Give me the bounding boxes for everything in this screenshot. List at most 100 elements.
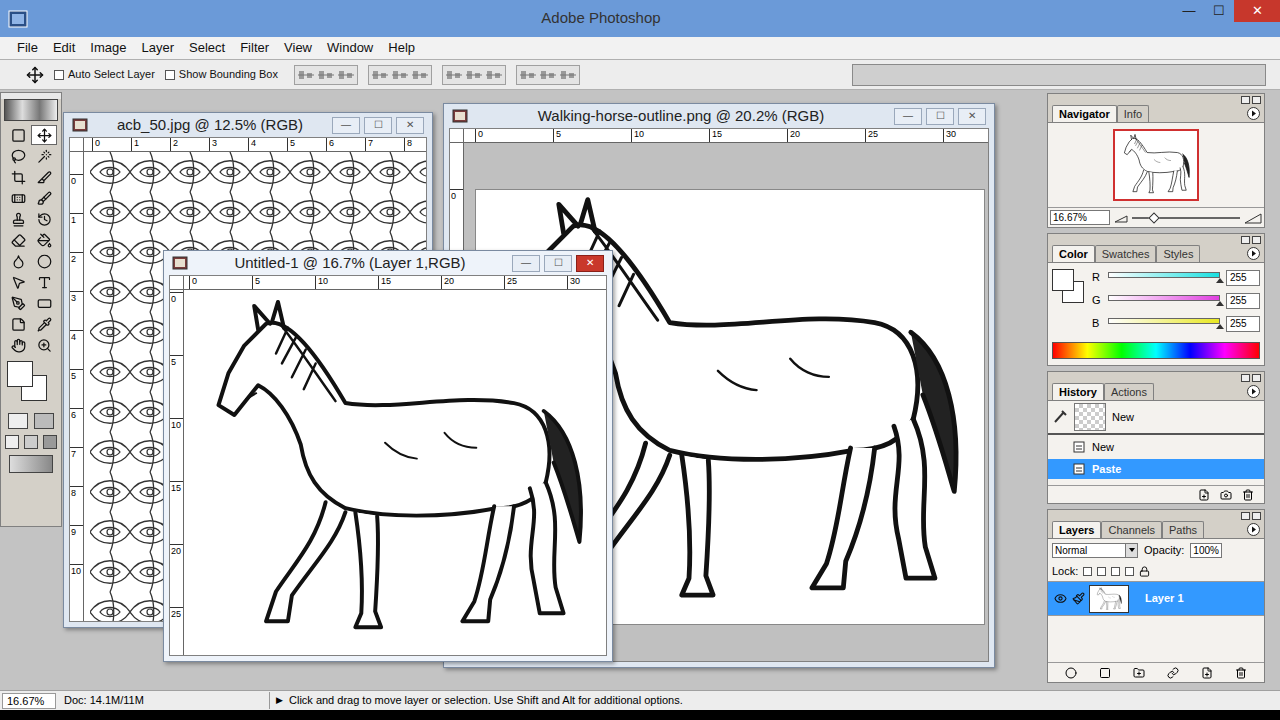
channel-slider[interactable] [1108, 318, 1220, 329]
tool-button[interactable] [31, 209, 57, 229]
palette-tab[interactable]: Channels [1101, 521, 1161, 538]
align-icon[interactable] [445, 68, 463, 82]
tool-button[interactable] [31, 146, 57, 166]
foreground-color-swatch[interactable] [7, 361, 33, 387]
tool-button[interactable] [5, 125, 31, 145]
palette-close-button[interactable] [1252, 236, 1261, 244]
align-icon[interactable] [391, 68, 409, 82]
jump-to-imageready-button[interactable] [9, 455, 53, 473]
status-zoom[interactable]: 16.67% [2, 693, 56, 709]
window-control-button[interactable]: — [894, 108, 922, 125]
channel-value-field[interactable]: 255 [1226, 270, 1260, 286]
canvas[interactable] [184, 290, 606, 655]
layer-visibility-icon[interactable] [1054, 592, 1067, 605]
palette-close-button[interactable] [1252, 512, 1261, 520]
lock-checkbox[interactable] [1111, 567, 1120, 576]
window-control-button[interactable]: ☐ [364, 117, 392, 134]
tool-button[interactable] [31, 293, 57, 313]
align-icon[interactable] [297, 68, 315, 82]
channel-value-field[interactable]: 255 [1226, 316, 1260, 332]
align-icon[interactable] [519, 68, 537, 82]
tool-button[interactable] [31, 188, 57, 208]
palette-menu-icon[interactable] [1247, 523, 1260, 536]
window-control-button[interactable]: ✕ [396, 117, 424, 134]
tool-button[interactable] [31, 251, 57, 271]
palette-close-button[interactable] [1252, 374, 1261, 382]
screen-mode-button[interactable] [24, 435, 38, 449]
palette-menu-icon[interactable] [1247, 107, 1260, 120]
tool-button[interactable] [5, 230, 31, 250]
delete-layer-icon[interactable] [1235, 667, 1247, 679]
option-checkbox[interactable]: Auto Select Layer [54, 66, 155, 83]
palette-minimize-button[interactable] [1241, 512, 1250, 520]
align-icon[interactable] [485, 68, 503, 82]
tool-button[interactable] [31, 167, 57, 187]
palette-menu-icon[interactable] [1247, 247, 1260, 260]
align-icon[interactable] [371, 68, 389, 82]
palette-well[interactable] [852, 64, 1266, 86]
align-icon[interactable] [559, 68, 577, 82]
navigator-zoom-field[interactable]: 16.67% [1050, 210, 1110, 225]
foreground-color-swatch[interactable] [1052, 269, 1074, 291]
align-icon[interactable] [317, 68, 335, 82]
tool-button[interactable] [5, 167, 31, 187]
palette-tab[interactable]: Info [1117, 105, 1149, 122]
history-brush-icon[interactable] [1052, 409, 1068, 425]
status-menu-arrow[interactable]: ▶ [274, 694, 285, 708]
move-tool-icon[interactable] [26, 66, 44, 84]
window-control-button[interactable]: — [332, 117, 360, 134]
palette-tab[interactable]: History [1052, 383, 1104, 400]
align-icon[interactable] [539, 68, 557, 82]
palette-minimize-button[interactable] [1241, 374, 1250, 382]
menu-item[interactable]: Filter [233, 38, 276, 58]
palette-tab[interactable]: Layers [1052, 521, 1101, 538]
palette-tab[interactable]: Navigator [1052, 105, 1117, 122]
new-set-icon[interactable] [1133, 667, 1145, 679]
layer-mask-icon[interactable] [1099, 667, 1111, 679]
palette-menu-icon[interactable] [1247, 385, 1260, 398]
document-window[interactable]: Untitled-1 @ 16.7% (Layer 1,RGB)—☐✕05101… [163, 250, 613, 662]
window-control-button[interactable]: ☐ [926, 108, 954, 125]
palette-tab[interactable]: Color [1052, 245, 1095, 262]
window-control-button[interactable]: ✕ [958, 108, 986, 125]
menu-item[interactable]: Window [320, 38, 380, 58]
screen-mode-button[interactable] [5, 435, 19, 449]
tool-button[interactable] [5, 293, 31, 313]
layer-style-icon[interactable] [1065, 667, 1077, 679]
new-document-icon[interactable] [1198, 489, 1210, 501]
standard-mode-button[interactable] [8, 413, 28, 429]
menu-item[interactable]: Select [182, 38, 232, 58]
tool-button[interactable] [5, 188, 31, 208]
history-snapshot[interactable]: New [1048, 401, 1264, 435]
palette-minimize-button[interactable] [1241, 236, 1250, 244]
palette-close-button[interactable] [1252, 96, 1261, 104]
zoom-out-icon[interactable] [1114, 213, 1128, 223]
lock-checkbox[interactable] [1125, 567, 1134, 576]
layer-row[interactable]: Layer 1 [1048, 582, 1264, 616]
menu-item[interactable]: Help [381, 38, 422, 58]
document-title-bar[interactable]: acb_50.jpg @ 12.5% (RGB)—☐✕ [64, 113, 432, 137]
app-window-control[interactable]: ☐ [1204, 0, 1234, 22]
menu-item[interactable]: Edit [46, 38, 82, 58]
palette-minimize-button[interactable] [1241, 96, 1250, 104]
lock-checkbox[interactable] [1097, 567, 1106, 576]
document-title-bar[interactable]: Walking-horse-outline.png @ 20.2% (RGB)—… [444, 104, 994, 128]
palette-tab[interactable]: Actions [1104, 383, 1154, 400]
document-title-bar[interactable]: Untitled-1 @ 16.7% (Layer 1,RGB)—☐✕ [164, 251, 612, 275]
window-control-button[interactable]: — [512, 255, 540, 272]
navigator-zoom-slider[interactable] [1132, 212, 1240, 224]
new-snapshot-icon[interactable] [1220, 489, 1232, 501]
app-window-control[interactable]: ✕ [1234, 0, 1280, 22]
channel-slider[interactable] [1108, 272, 1220, 283]
channel-slider[interactable] [1108, 295, 1220, 306]
new-layer-icon[interactable] [1201, 667, 1213, 679]
window-control-button[interactable]: ✕ [576, 255, 604, 272]
navigator-preview[interactable] [1113, 129, 1199, 201]
window-control-button[interactable]: ☐ [544, 255, 572, 272]
channel-value-field[interactable]: 255 [1226, 293, 1260, 309]
align-icon[interactable] [411, 68, 429, 82]
align-icon[interactable] [337, 68, 355, 82]
menu-item[interactable]: Image [83, 38, 133, 58]
tool-button[interactable] [5, 209, 31, 229]
tool-button[interactable] [5, 251, 31, 271]
